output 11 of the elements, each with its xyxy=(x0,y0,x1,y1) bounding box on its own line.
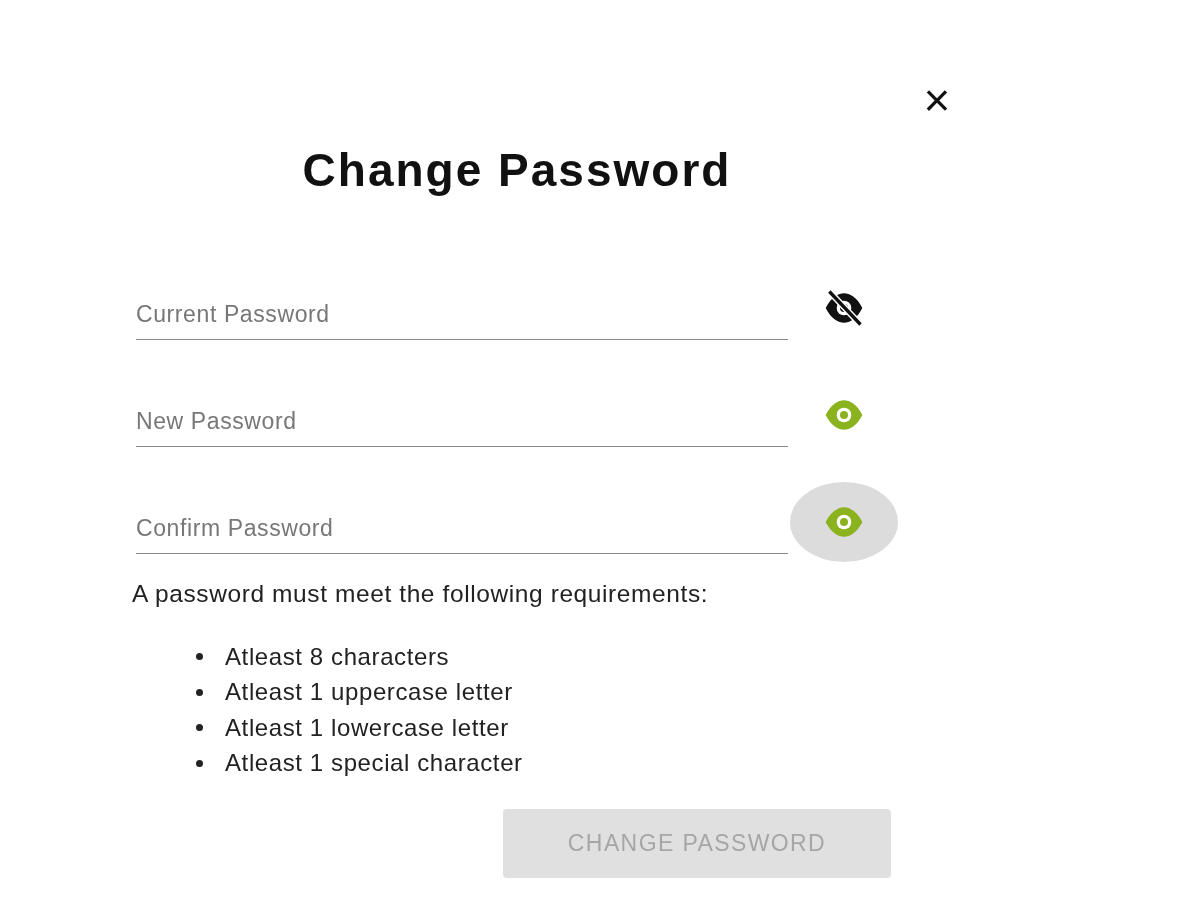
bullet-icon xyxy=(196,724,203,731)
requirement-item: Atleast 8 characters xyxy=(225,641,450,672)
bullet-icon xyxy=(196,688,203,696)
requirement-item: Atleast 1 lowercase letter xyxy=(225,712,509,743)
requirement-item: Atleast 1 uppercase letter xyxy=(225,677,513,707)
close-button[interactable]: × xyxy=(915,78,959,122)
requirements-text: A password must meet the following requirements: xyxy=(132,579,710,609)
dialog-title: Change Password xyxy=(301,143,733,198)
requirement-item: Atleast 1 special character xyxy=(225,748,523,778)
bullet-icon xyxy=(196,759,203,767)
bullet-icon xyxy=(196,653,203,660)
